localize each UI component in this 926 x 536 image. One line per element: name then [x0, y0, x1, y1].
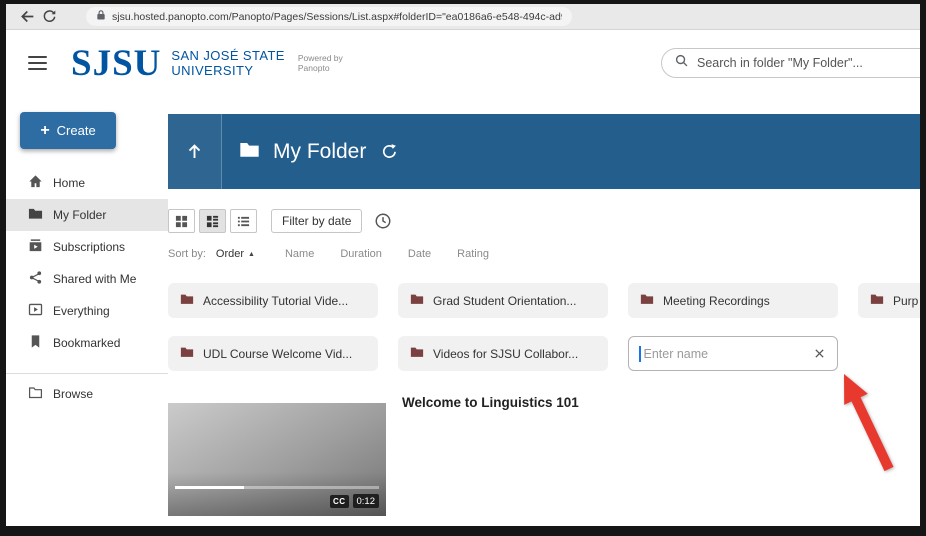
view-toolbar: Filter by date	[168, 209, 920, 233]
list-thumbnail-view-button[interactable]	[199, 209, 226, 233]
folder-icon	[410, 292, 424, 309]
subscriptions-icon	[28, 238, 43, 256]
screenshot-frame: sjsu.hosted.panopto.com/Panopto/Pages/Se…	[0, 0, 926, 536]
video-thumbnail[interactable]: CC 0:12	[168, 403, 386, 516]
share-icon	[28, 270, 43, 288]
browser-back-icon[interactable]	[16, 7, 38, 27]
sidebar-item-shared-with-me[interactable]: Shared with Me	[6, 263, 168, 295]
sidebar-item-label: Shared with Me	[53, 272, 136, 286]
grid-view-icon	[175, 215, 188, 228]
grid-view-button[interactable]	[168, 209, 195, 233]
banner-folder-icon	[239, 139, 260, 165]
address-bar[interactable]: sjsu.hosted.panopto.com/Panopto/Pages/Se…	[86, 7, 572, 26]
folder-card[interactable]: UDL Course Welcome Vid...	[168, 336, 378, 371]
sidebar-item-label: Subscriptions	[53, 240, 125, 254]
sidebar-item-home[interactable]: Home	[6, 167, 168, 199]
sjsu-logo[interactable]: SJSU SAN JOSÉ STATE UNIVERSITY Powered b…	[71, 45, 343, 82]
video-duration-badge: 0:12	[353, 494, 380, 508]
folder-card[interactable]: Accessibility Tutorial Vide...	[168, 283, 378, 318]
sidebar-item-bookmarked[interactable]: Bookmarked	[6, 327, 168, 359]
sidebar-item-everything[interactable]: Everything	[6, 295, 168, 327]
sort-option-name[interactable]: Name	[285, 248, 314, 260]
folder-card-name: Grad Student Orientation...	[433, 294, 576, 308]
up-arrow-icon	[185, 142, 204, 161]
url-text: sjsu.hosted.panopto.com/Panopto/Pages/Se…	[112, 11, 562, 23]
sidebar-item-label: My Folder	[53, 208, 106, 222]
folder-search-box[interactable]	[661, 48, 926, 78]
sidebar-item-label: Browse	[53, 387, 93, 401]
sort-option-order[interactable]: Order ▲	[216, 248, 255, 260]
sidebar-item-label: Bookmarked	[53, 336, 120, 350]
sidebar: + Create Home My Folder Subscriptions	[6, 96, 168, 526]
sort-option-rating[interactable]: Rating	[457, 248, 489, 260]
lock-icon	[96, 8, 106, 26]
folder-card[interactable]: Grad Student Orientation...	[398, 283, 608, 318]
main-content: My Folder Filter by date	[168, 96, 920, 526]
browse-folder-icon	[28, 385, 43, 403]
sidebar-item-browse[interactable]: Browse	[6, 378, 168, 410]
folder-icon	[870, 292, 884, 309]
sidebar-nav: Home My Folder Subscriptions Shared with…	[6, 167, 168, 410]
home-icon	[28, 174, 43, 192]
folder-card-name: Videos for SJSU Collabor...	[433, 347, 578, 361]
folder-icon	[410, 345, 424, 362]
search-input[interactable]	[697, 56, 924, 70]
video-list-item: CC 0:12 Welcome to Linguistics 101	[168, 403, 920, 516]
sidebar-item-subscriptions[interactable]: Subscriptions	[6, 231, 168, 263]
parent-folder-button[interactable]	[168, 114, 222, 189]
sjsu-wordmark: SJSU	[71, 45, 161, 82]
clear-input-icon[interactable]	[812, 346, 827, 361]
plus-icon: +	[40, 123, 49, 139]
new-folder-name-input[interactable]	[644, 347, 810, 361]
refresh-icon[interactable]	[381, 143, 398, 160]
sort-option-date[interactable]: Date	[408, 248, 431, 260]
hamburger-menu-icon[interactable]	[28, 52, 47, 74]
folder-grid: Accessibility Tutorial Vide... Grad Stud…	[168, 283, 920, 371]
powered-by-panopto: Powered by Panopto	[298, 53, 343, 73]
folder-card-name: UDL Course Welcome Vid...	[203, 347, 352, 361]
folder-card-name: Purp	[893, 294, 918, 308]
folder-card[interactable]: Videos for SJSU Collabor...	[398, 336, 608, 371]
folder-icon	[640, 292, 654, 309]
app-header: SJSU SAN JOSÉ STATE UNIVERSITY Powered b…	[6, 30, 920, 96]
folder-icon	[180, 292, 194, 309]
folder-card[interactable]: Purp	[858, 283, 920, 318]
video-title[interactable]: Welcome to Linguistics 101	[402, 395, 579, 516]
folder-card-name: Meeting Recordings	[663, 294, 770, 308]
create-button-label: Create	[57, 123, 96, 138]
sort-ascending-icon: ▲	[248, 251, 255, 258]
list-thumbnail-view-icon	[206, 215, 219, 228]
video-progress-bar	[175, 486, 379, 489]
detail-list-view-button[interactable]	[230, 209, 257, 233]
text-cursor	[639, 346, 641, 362]
create-button[interactable]: + Create	[20, 112, 116, 149]
sidebar-item-my-folder[interactable]: My Folder	[6, 199, 168, 231]
filter-by-date-button[interactable]: Filter by date	[271, 209, 362, 233]
bookmark-icon	[28, 334, 43, 352]
sidebar-item-label: Everything	[53, 304, 110, 318]
app-body: + Create Home My Folder Subscriptions	[6, 96, 920, 526]
video-badges: CC 0:12	[330, 494, 379, 508]
sidebar-divider	[6, 373, 168, 374]
clock-icon	[374, 212, 392, 230]
sidebar-item-label: Home	[53, 176, 85, 190]
search-icon	[674, 53, 689, 73]
scheduled-recordings-button[interactable]	[374, 212, 392, 230]
folder-banner: My Folder	[168, 114, 920, 189]
browser-reload-icon[interactable]	[38, 7, 60, 27]
sort-option-duration[interactable]: Duration	[340, 248, 382, 260]
folder-icon	[180, 345, 194, 362]
detail-list-view-icon	[237, 215, 250, 228]
sort-bar: Sort by: Order ▲ Name Duration Date Rati…	[168, 247, 920, 261]
folder-card-name: Accessibility Tutorial Vide...	[203, 294, 348, 308]
browser-chrome: sjsu.hosted.panopto.com/Panopto/Pages/Se…	[6, 4, 920, 30]
folder-title: My Folder	[273, 140, 366, 164]
folder-card[interactable]: Meeting Recordings	[628, 283, 838, 318]
folder-icon	[28, 206, 43, 224]
sort-by-label: Sort by:	[168, 248, 206, 260]
closed-captions-badge: CC	[330, 495, 349, 508]
university-name: SAN JOSÉ STATE UNIVERSITY	[171, 48, 284, 78]
play-screen-icon	[28, 302, 43, 320]
new-folder-name-field[interactable]	[628, 336, 838, 371]
